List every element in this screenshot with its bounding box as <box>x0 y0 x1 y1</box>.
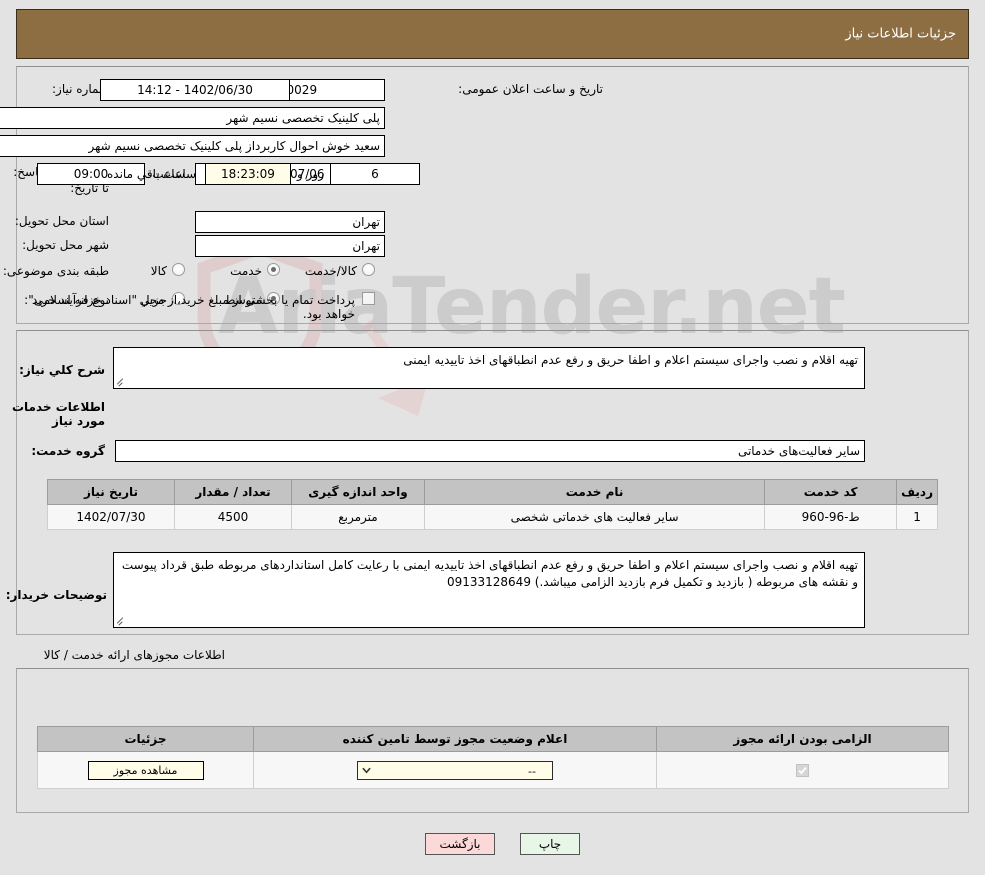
permits-table: الزامی بودن ارائه مجوز اعلام وضعیت مجوز … <box>37 726 949 789</box>
label-announce-datetime: تاریخ و ساعت اعلان عمومی: <box>458 82 603 96</box>
cell-row-no: 1 <box>896 504 938 530</box>
radio-label-category-service: خدمت <box>230 264 262 278</box>
label-subject-category: طبقه بندی موضوعی: <box>2 264 109 278</box>
col-quantity: تعداد / مقدار <box>174 479 292 505</box>
permits-section-note: اطلاعات مجوزهای ارائه خدمت / کالا <box>43 648 225 662</box>
cell-permit-details: مشاهده مجوز <box>37 751 254 789</box>
label-delivery-city: شهر محل تحویل: <box>22 238 109 252</box>
col-service-name: نام خدمت <box>423 479 766 505</box>
table-row: -- مشاهده مجوز <box>37 751 949 789</box>
radio-category-goods-service[interactable] <box>362 263 375 276</box>
cell-quantity: 4500 <box>174 504 292 530</box>
label-need-number: شماره نیاز: <box>52 82 109 96</box>
buyer-notes-text: تهیه اقلام و نصب واجرای سیستم اعلام و اط… <box>121 558 858 589</box>
resize-grip-icon[interactable] <box>116 377 126 387</box>
permit-status-value: -- <box>528 764 536 778</box>
label-days-and: روز و <box>297 167 324 181</box>
table-row: 1 ط-96-960 سایر فعالیت های خدماتی شخصی م… <box>47 504 938 530</box>
label-delivery-province: استان محل تحویل: <box>14 214 109 228</box>
field-delivery-province: تهران <box>195 211 385 233</box>
label-islamic-treasury-note: پرداخت تمام یا بخشی از مبلغ خرید،از محل … <box>28 293 355 321</box>
chevron-down-icon <box>362 767 371 774</box>
col-permit-status: اعلام وضعیت مجوز توسط تامین کننده <box>253 726 657 752</box>
print-button[interactable]: چاپ <box>520 833 580 855</box>
back-button[interactable]: بازگشت <box>425 833 495 855</box>
need-header-panel <box>16 66 969 324</box>
field-countdown: 18:23:09 <box>205 163 291 185</box>
field-general-need[interactable]: تهیه اقلام و نصب واجرای سیستم اعلام و اط… <box>113 347 865 389</box>
field-buyer-notes[interactable]: تهیه اقلام و نصب واجرای سیستم اعلام و اط… <box>113 552 865 628</box>
label-hours-remaining: ساعت باقي مانده <box>107 167 197 181</box>
field-request-creator: سعید خوش احوال کاربرداز پلی کلینیک تخصصی… <box>0 135 385 157</box>
label-general-need: شرح کلي نیاز: <box>19 363 105 377</box>
permits-header-row: الزامی بودن ارائه مجوز اعلام وضعیت مجوز … <box>37 726 949 752</box>
col-row-no: ردیف <box>896 479 938 505</box>
field-delivery-city: تهران <box>195 235 385 257</box>
services-info-heading: اطلاعات خدمات مورد نیاز <box>11 400 105 428</box>
cell-service-name: سایر فعالیت های خدماتی شخصی <box>423 504 766 530</box>
label-buyer-notes: توضیحات خریدار: <box>5 588 107 602</box>
col-service-code: کد خدمت <box>764 479 898 505</box>
cell-unit: مترمربع <box>291 504 425 530</box>
view-permit-button[interactable]: مشاهده مجوز <box>87 760 204 780</box>
checkbox-permit-required <box>796 764 809 777</box>
page-title: جزئیات اطلاعات نیاز <box>845 26 956 42</box>
label-service-group: گروه خدمت: <box>31 444 105 458</box>
radio-label-category-goods-service: کالا/خدمت <box>304 264 357 278</box>
check-icon <box>798 767 807 775</box>
col-permit-required: الزامی بودن ارائه مجوز <box>656 726 949 752</box>
cell-need-date: 1402/07/30 <box>47 504 175 530</box>
col-need-date: تاریخ نیاز <box>47 479 175 505</box>
checkbox-islamic-treasury[interactable] <box>362 292 375 305</box>
page-titlebar: جزئیات اطلاعات نیاز <box>16 9 969 59</box>
cell-permit-status: -- <box>253 751 657 789</box>
col-unit: واحد اندازه گیری <box>291 479 425 505</box>
field-service-group: سایر فعالیت‌های خدماتی <box>115 440 865 462</box>
radio-label-category-goods: کالا <box>150 264 167 278</box>
field-days-remaining: 6 <box>330 163 420 185</box>
service-items-table: ردیف کد خدمت نام خدمت واحد اندازه گیری ت… <box>47 479 938 530</box>
cell-permit-required <box>656 751 949 789</box>
table-header-row: ردیف کد خدمت نام خدمت واحد اندازه گیری ت… <box>47 479 938 505</box>
cell-service-code: ط-96-960 <box>764 504 898 530</box>
field-buyer-org: پلی کلینیک تخصصی نسیم شهر <box>0 107 385 129</box>
radio-category-service[interactable] <box>267 263 280 276</box>
permit-status-dropdown[interactable]: -- <box>357 760 553 780</box>
field-announce-datetime: 1402/06/30 - 14:12 <box>100 79 290 101</box>
resize-grip-icon[interactable] <box>116 616 126 626</box>
radio-category-goods[interactable] <box>172 263 185 276</box>
general-need-text: تهیه اقلام و نصب واجرای سیستم اعلام و اط… <box>403 353 858 367</box>
col-permit-details: جزئیات <box>37 726 254 752</box>
